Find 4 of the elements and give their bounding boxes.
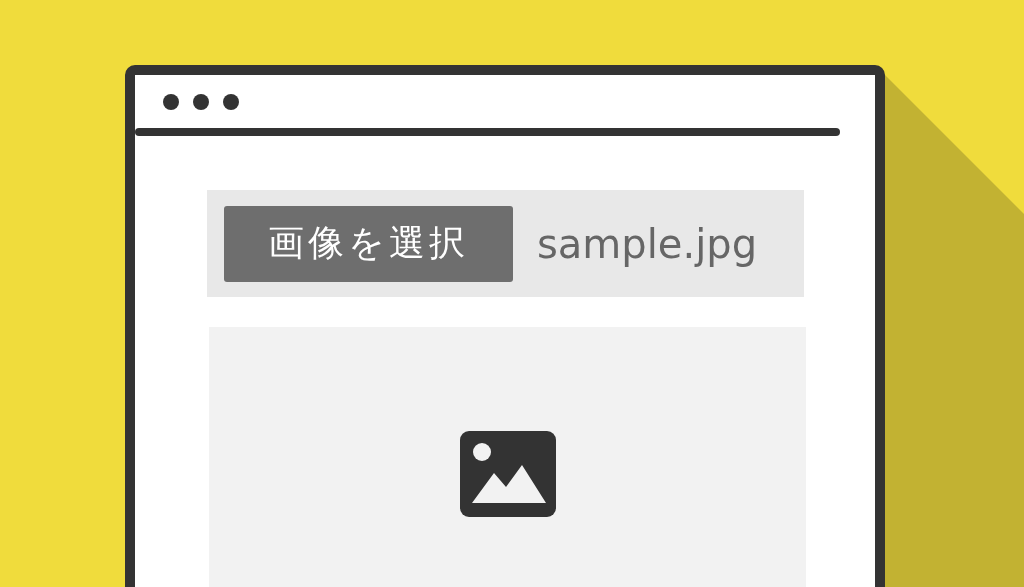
file-name: sample.jpg [537, 220, 758, 267]
window-controls-icon [162, 92, 240, 111]
image-icon [459, 431, 556, 517]
select-image-button[interactable]: 画像を選択 [224, 205, 513, 282]
